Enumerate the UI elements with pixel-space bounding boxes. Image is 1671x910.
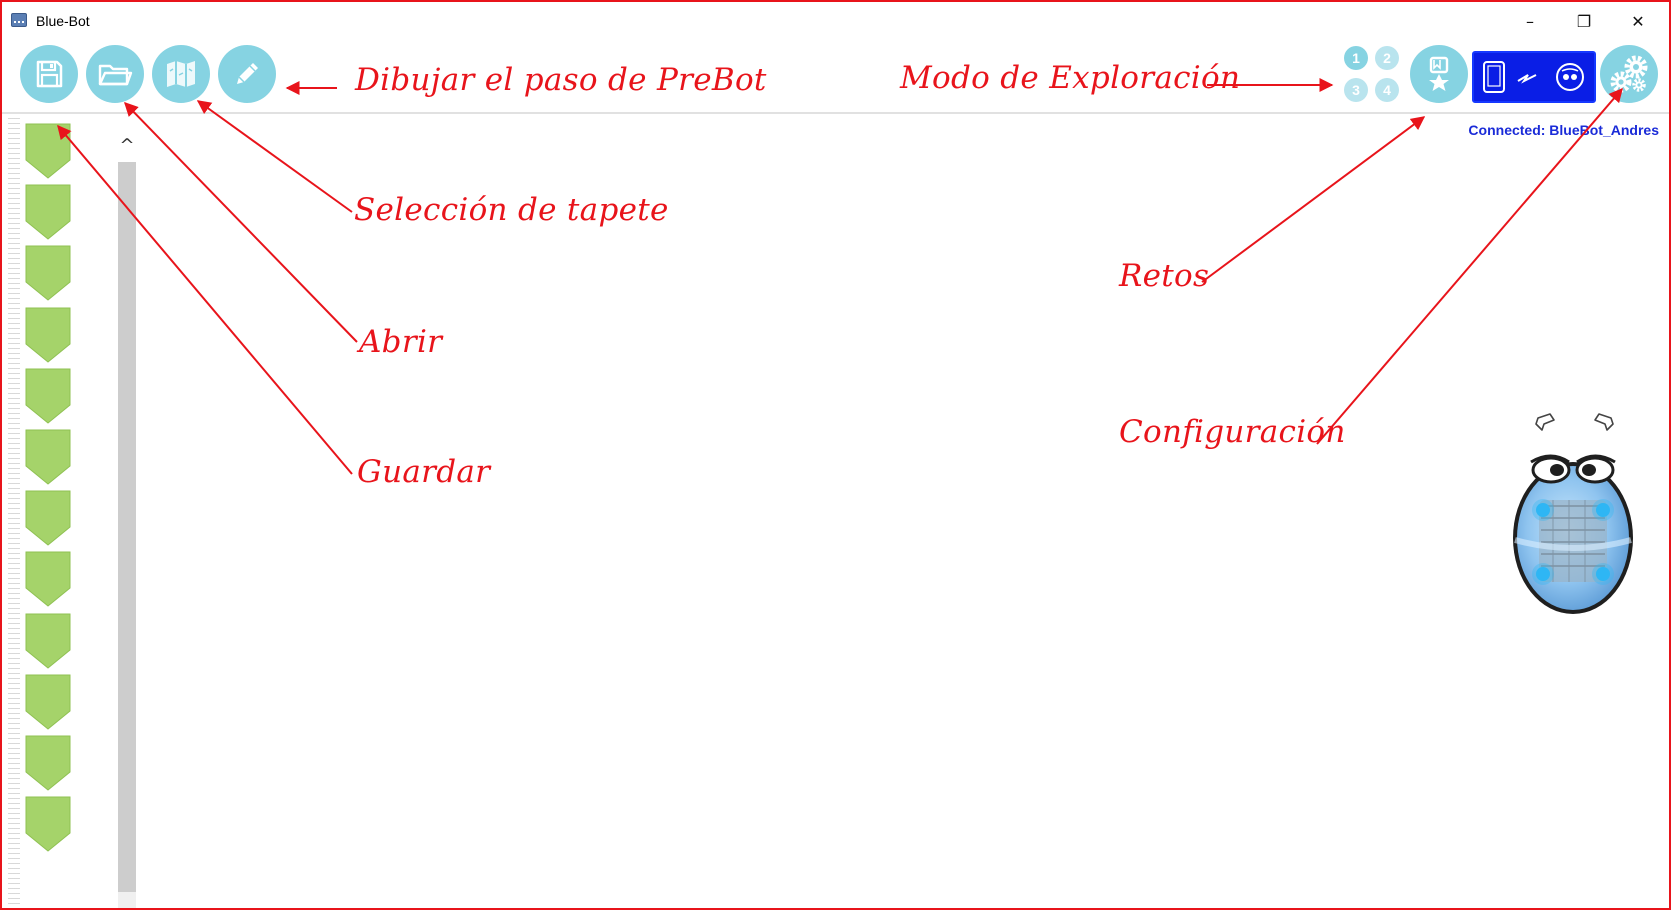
annotation-save: Guardar: [357, 454, 491, 490]
pencil-icon: [237, 63, 258, 84]
program-step-slot[interactable]: [24, 428, 72, 486]
minimize-button[interactable]: –: [1507, 6, 1553, 36]
map-icon: [167, 61, 195, 87]
challenges-button[interactable]: [1410, 45, 1468, 103]
annotation-open: Abrir: [359, 324, 443, 360]
bluebot-robot-icon: [1513, 454, 1633, 614]
program-step-slot[interactable]: [24, 612, 72, 670]
connection-status: Connected: BlueBot_Andres: [1468, 122, 1659, 138]
turn-right-button[interactable]: [1589, 410, 1617, 434]
annotation-arrows: [57, 78, 1623, 475]
folder-icon: [98, 64, 133, 86]
maximize-button[interactable]: ❐: [1561, 6, 1607, 36]
green-empty-step-icon: [25, 613, 71, 669]
green-empty-step-icon: [25, 307, 71, 363]
level-4-button[interactable]: 4: [1375, 78, 1399, 102]
green-empty-step-icon: [25, 368, 71, 424]
scrollbar-track-end: [118, 892, 136, 908]
turn-left-button[interactable]: [1532, 410, 1560, 434]
settings-button[interactable]: [1600, 45, 1658, 103]
annotation-challenges: Retos: [1119, 258, 1210, 294]
toolbar: 1 2 3 4: [2, 38, 1669, 114]
program-step-slot[interactable]: [24, 244, 72, 302]
program-step-slot[interactable]: [24, 734, 72, 792]
close-button[interactable]: ✕: [1615, 6, 1661, 36]
annotation-settings: Configuración: [1119, 414, 1346, 450]
green-empty-step-icon: [25, 123, 71, 179]
rotate-left-icon: [1535, 413, 1555, 431]
program-step-slot[interactable]: [24, 183, 72, 241]
title-bar: Blue-Bot – ❐ ✕: [2, 2, 1669, 38]
green-empty-step-icon: [25, 184, 71, 240]
mat-selection-button[interactable]: [152, 45, 210, 103]
program-step-slot[interactable]: [24, 795, 72, 853]
tablet-bluetooth-robot-icon: [1483, 61, 1584, 93]
green-empty-step-icon: [25, 551, 71, 608]
green-empty-step-icon: [25, 796, 71, 852]
annotation-mat-selection: Selección de tapete: [354, 192, 669, 228]
annotation-draw-step: Dibujar el paso de PreBot: [355, 62, 767, 98]
scroll-up-button[interactable]: ^: [118, 132, 136, 158]
window-title: Blue-Bot: [36, 13, 90, 29]
green-empty-step-icon: [25, 735, 71, 791]
green-empty-step-icon: [25, 490, 71, 546]
gears-icon: [1610, 55, 1648, 93]
award-ribbon-icon: [1429, 56, 1449, 91]
draw-prebot-step-button[interactable]: [218, 45, 276, 103]
program-step-slot[interactable]: [24, 367, 72, 425]
level-1-button[interactable]: 1: [1344, 46, 1368, 70]
level-2-button[interactable]: 2: [1375, 46, 1399, 70]
program-step-slot[interactable]: [24, 489, 72, 547]
open-button[interactable]: [86, 45, 144, 103]
program-step-slot[interactable]: [24, 306, 72, 364]
green-empty-step-icon: [25, 245, 71, 302]
program-step-slot[interactable]: [24, 673, 72, 731]
scrollbar-thumb[interactable]: [118, 162, 136, 892]
app-icon: [11, 13, 27, 27]
program-step-slot[interactable]: [24, 122, 72, 180]
bluebot-robot[interactable]: [1507, 444, 1639, 616]
rotate-right-icon: [1594, 413, 1614, 431]
exploration-mode-button[interactable]: [1472, 51, 1596, 103]
green-empty-step-icon: [25, 674, 71, 730]
green-empty-step-icon: [25, 429, 71, 485]
annotation-exploration-mode: Modo de Exploración: [900, 60, 1241, 96]
floppy-disk-icon: [36, 60, 63, 88]
app-window: Blue-Bot – ❐ ✕ 1 2 3 4 Connected: BlueBo…: [0, 0, 1671, 910]
program-step-slot[interactable]: [24, 550, 72, 608]
save-button[interactable]: [20, 45, 78, 103]
level-3-button[interactable]: 3: [1344, 78, 1368, 102]
